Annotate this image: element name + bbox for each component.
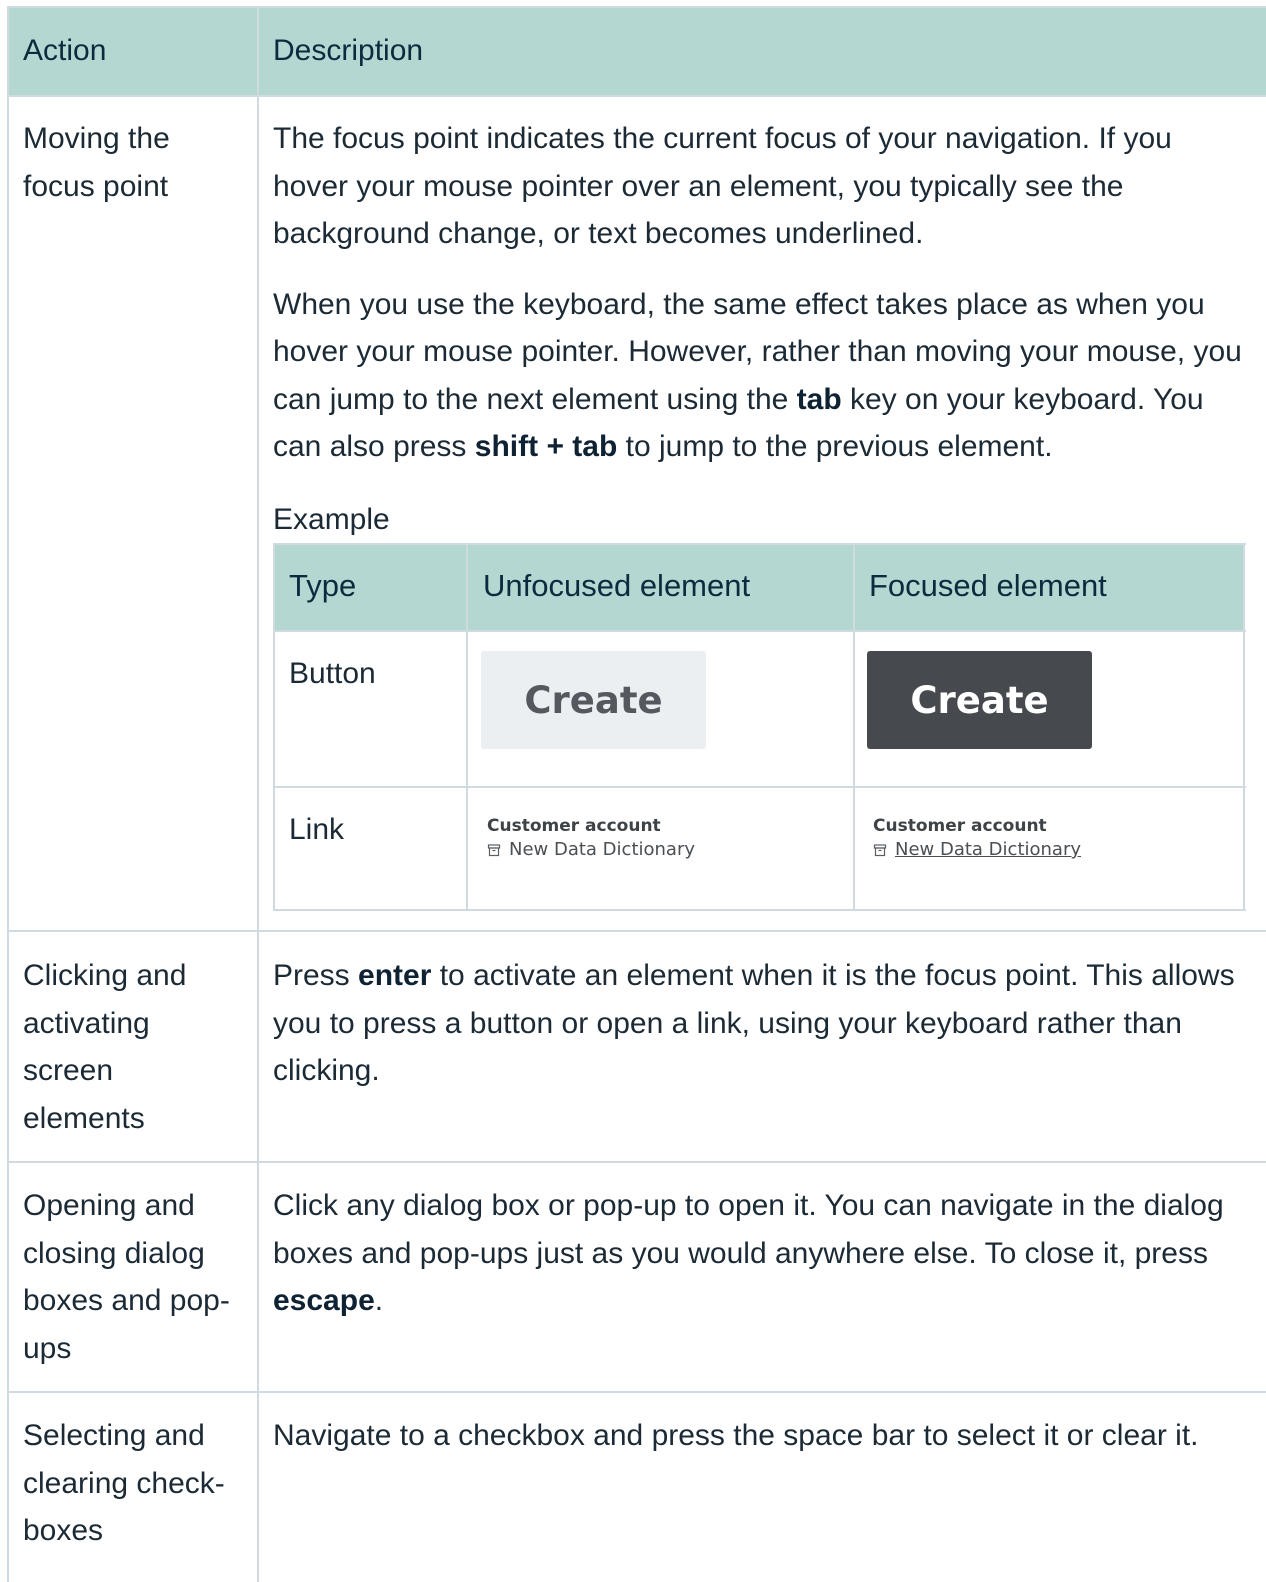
link-example-focused: Customer account New Data Dictionary (873, 814, 1081, 862)
action-clicking-activating: Clicking and activating screen elements (23, 959, 187, 1135)
action-dialog-boxes: Opening and closing dialog boxes and pop… (23, 1189, 230, 1365)
table-header (8, 8, 1266, 96)
key-tab: tab (796, 382, 842, 416)
archive-icon (487, 844, 501, 857)
column-divider (257, 6, 259, 1582)
description-clicking-activating: Press enter to activate an element when … (273, 959, 1235, 1087)
row-divider (8, 1391, 1266, 1393)
key-shift-tab: shift + tab (474, 430, 618, 463)
example-column-divider (853, 543, 855, 911)
example-type-button: Button (289, 657, 376, 690)
create-button-unfocused[interactable]: Create (481, 651, 706, 749)
example-table-border (1243, 543, 1245, 911)
header-action: Action (23, 34, 107, 67)
example-row-divider (273, 786, 1246, 788)
action-moving-focus: Moving the focus point (23, 122, 170, 203)
row-divider (8, 95, 1266, 97)
link-title: Customer account (873, 816, 1047, 836)
example-type-link: Link (289, 813, 345, 846)
create-button-focused[interactable]: Create (867, 651, 1092, 749)
example-header-type: Type (289, 568, 357, 603)
example-column-divider (466, 543, 468, 911)
header-description: Description (273, 34, 424, 67)
example-table-border (273, 909, 1246, 911)
description-dialog-boxes: Click any dialog box or pop-up to open i… (273, 1189, 1224, 1317)
action-checkboxes: Selecting and clearing check-boxes (23, 1419, 225, 1547)
row-divider (8, 1161, 1266, 1163)
example-table-border (273, 543, 275, 911)
row-divider (8, 930, 1266, 932)
key-enter: enter (358, 959, 432, 992)
example-table-border (273, 543, 1246, 545)
table-top-border (8, 6, 1266, 8)
archive-icon (873, 844, 887, 857)
new-data-dictionary-link[interactable]: New Data Dictionary (509, 838, 695, 862)
link-example-unfocused: Customer account New Data Dictionary (487, 814, 695, 862)
new-data-dictionary-link-focused[interactable]: New Data Dictionary (895, 838, 1081, 862)
description-moving-focus: The focus point indicates the current fo… (273, 115, 1248, 471)
description-paragraph: The focus point indicates the current fo… (273, 122, 1172, 250)
example-header-unfocused: Unfocused element (483, 568, 751, 603)
example-header-focused: Focused element (869, 568, 1107, 603)
example-label: Example (273, 503, 390, 536)
key-escape: escape (273, 1284, 375, 1317)
example-row-divider (273, 630, 1246, 632)
description-checkboxes: Navigate to a checkbox and press the spa… (273, 1419, 1199, 1452)
table-left-border (7, 6, 9, 1582)
description-paragraph: When you use the keyboard, the same effe… (273, 287, 1242, 464)
link-title: Customer account (487, 816, 661, 836)
